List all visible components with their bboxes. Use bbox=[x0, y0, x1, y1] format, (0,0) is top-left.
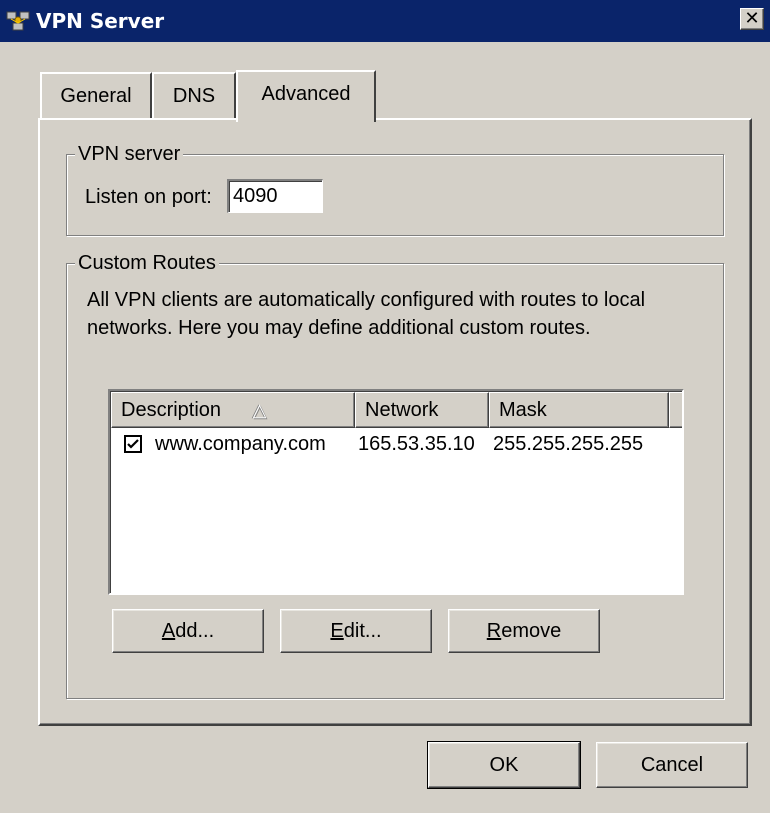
remove-mnemonic: R bbox=[486, 620, 502, 642]
custom-routes-group-title: Custom Routes bbox=[75, 251, 219, 275]
tab-dns-label: DNS bbox=[172, 85, 216, 107]
column-network-label: Network bbox=[365, 399, 439, 421]
ok-button[interactable]: OK bbox=[427, 741, 581, 789]
tab-advanced-label: Advanced bbox=[261, 83, 351, 105]
tab-general-label: General bbox=[60, 85, 132, 107]
column-header-mask[interactable]: Mask bbox=[489, 392, 669, 428]
list-header: Description △ Network Mask bbox=[111, 392, 682, 428]
ok-label: OK bbox=[489, 754, 519, 776]
tab-dns[interactable]: DNS bbox=[152, 72, 236, 119]
close-button[interactable]: ✕ bbox=[740, 8, 764, 30]
column-header-filler bbox=[669, 392, 682, 428]
column-mask-label: Mask bbox=[499, 399, 547, 421]
route-description: www.company.com bbox=[155, 433, 326, 455]
route-enabled-checkbox[interactable] bbox=[124, 435, 142, 453]
title-bar[interactable]: VPN Server ✕ bbox=[0, 0, 770, 42]
listen-port-input[interactable]: 4090 bbox=[227, 179, 323, 213]
route-mask: 255.255.255.255 bbox=[493, 433, 644, 455]
cancel-button[interactable]: Cancel bbox=[596, 742, 748, 788]
vpn-server-group: VPN server Listen on port: 4090 bbox=[66, 142, 724, 236]
add-label: dd... bbox=[175, 620, 215, 642]
edit-route-button[interactable]: Edit... bbox=[280, 609, 432, 653]
custom-routes-description-line1: All VPN clients are automatically config… bbox=[87, 289, 646, 311]
column-header-description[interactable]: Description △ bbox=[111, 392, 355, 428]
network-icon bbox=[6, 9, 30, 33]
checkmark-icon bbox=[127, 439, 139, 449]
cancel-label: Cancel bbox=[640, 754, 704, 776]
remove-label: emove bbox=[501, 620, 562, 642]
column-header-network[interactable]: Network bbox=[355, 392, 489, 428]
listen-port-value: 4090 bbox=[233, 185, 278, 207]
tab-advanced[interactable]: Advanced bbox=[236, 70, 376, 122]
window-title: VPN Server bbox=[36, 9, 165, 33]
route-network: 165.53.35.10 bbox=[358, 433, 475, 455]
listen-port-label: Listen on port: bbox=[85, 186, 212, 208]
column-description-label: Description bbox=[121, 399, 222, 421]
vpn-server-dialog: VPN Server ✕ General DNS Advanced VPN se… bbox=[0, 0, 770, 813]
table-row[interactable]: www.company.com 165.53.35.10 255.255.255… bbox=[111, 429, 682, 459]
add-route-button[interactable]: Add... bbox=[112, 609, 264, 653]
edit-mnemonic: E bbox=[330, 620, 344, 642]
add-mnemonic: A bbox=[161, 620, 176, 642]
close-icon: ✕ bbox=[744, 8, 760, 29]
remove-route-button[interactable]: Remove bbox=[448, 609, 600, 653]
vpn-server-group-title: VPN server bbox=[75, 142, 184, 166]
sort-ascending-icon: △ bbox=[252, 400, 267, 420]
edit-label: dit... bbox=[343, 620, 382, 642]
tab-general[interactable]: General bbox=[40, 72, 152, 119]
custom-routes-list[interactable]: Description △ Network Mask www.company.c… bbox=[108, 389, 684, 595]
custom-routes-description-line2: networks. Here you may define additional… bbox=[87, 317, 591, 339]
